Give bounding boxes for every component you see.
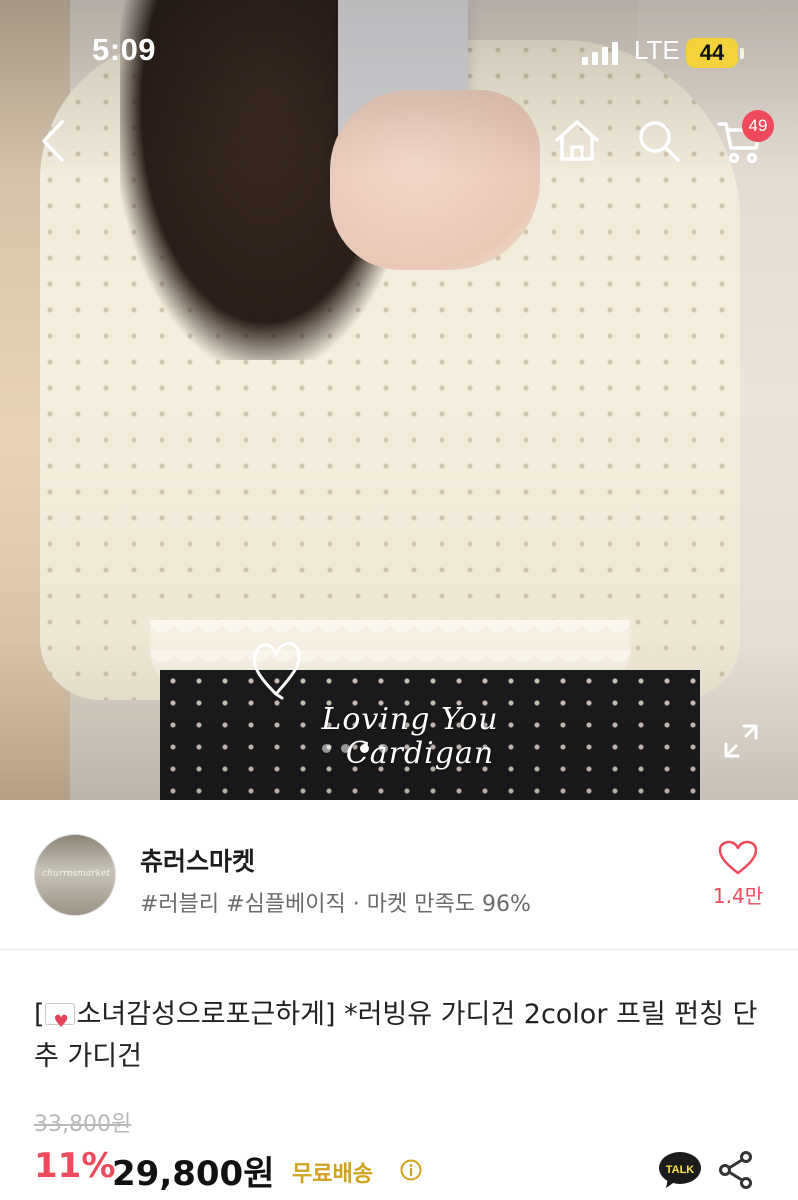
cellular-signal-icon <box>582 42 618 65</box>
carousel-dot[interactable] <box>379 744 388 753</box>
battery-icon: 44 <box>686 38 738 68</box>
free-shipping-label[interactable]: 무료배송 <box>292 1156 373 1188</box>
carousel-dot[interactable] <box>322 744 331 753</box>
heart-doodle-icon <box>253 641 301 700</box>
status-time: 5:09 <box>92 32 157 67</box>
like-count: 1.4만 <box>712 884 764 908</box>
discount-rate: 11% <box>34 1146 116 1186</box>
info-icon[interactable] <box>400 1159 422 1181</box>
back-icon[interactable] <box>30 116 80 166</box>
cart-count-badge: 49 <box>742 110 774 142</box>
home-icon[interactable] <box>552 116 602 166</box>
network-type: LTE <box>634 35 680 65</box>
carousel-dot-active[interactable] <box>360 744 369 753</box>
store-tags: #러블리 #심플베이직 · 마켓 만족도 96% <box>140 892 531 917</box>
store-name[interactable]: 츄러스마켓 <box>140 842 255 878</box>
kakao-talk-icon[interactable]: TALK <box>658 1150 702 1190</box>
overlay-title-line2: Cardigan <box>345 736 495 771</box>
talk-label: TALK <box>666 1164 695 1176</box>
battery-cap <box>740 48 744 59</box>
store-avatar[interactable]: churrosmarket <box>34 834 116 916</box>
title-bracket: [ <box>34 999 45 1030</box>
carousel-dot[interactable] <box>341 744 350 753</box>
search-icon[interactable] <box>634 116 684 166</box>
overlay-title-line1: Loving You <box>321 702 499 737</box>
sale-price: 29,800원 <box>112 1154 275 1194</box>
title-text: 소녀감성으로포근하게] *러빙유 가디건 2color 프릴 펀칭 단추 가디건 <box>34 999 758 1072</box>
love-letter-icon <box>44 1001 75 1043</box>
store-row[interactable]: churrosmarket 츄러스마켓 #러블리 #심플베이직 · 마켓 만족도… <box>0 800 798 950</box>
original-price: 33,800원 <box>34 1112 132 1137</box>
expand-icon[interactable] <box>722 722 760 760</box>
product-title: [소녀감성으로포근하게] *러빙유 가디건 2color 프릴 펀칭 단추 가디… <box>34 994 764 1078</box>
carousel-indicator <box>322 744 388 753</box>
share-icon[interactable] <box>718 1150 754 1190</box>
heart-icon[interactable] <box>718 840 758 876</box>
store-avatar-logo: churrosmarket <box>42 869 110 879</box>
